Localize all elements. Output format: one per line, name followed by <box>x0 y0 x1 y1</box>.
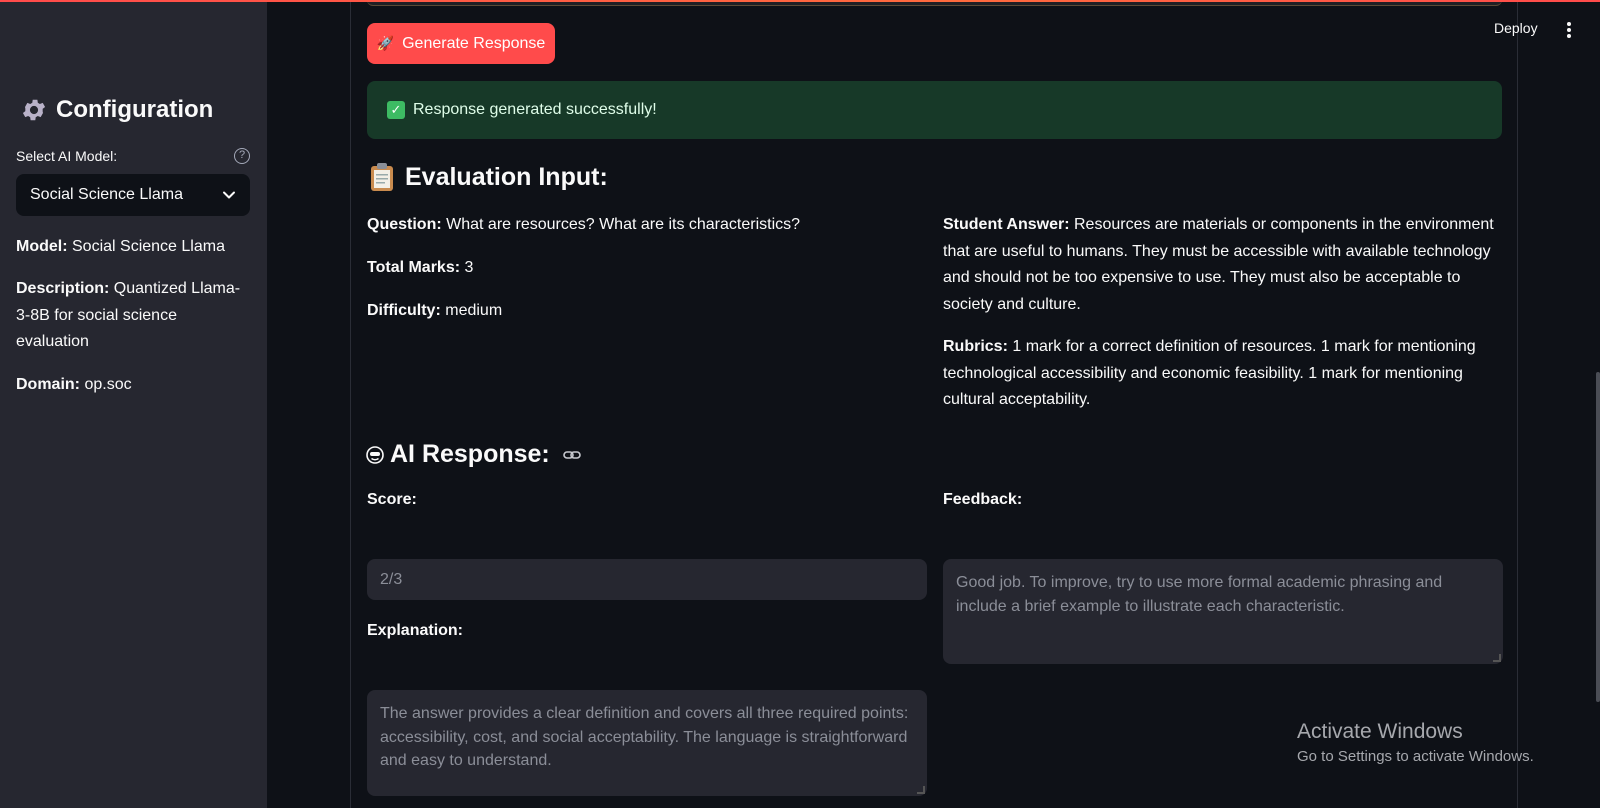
resize-handle[interactable] <box>1493 654 1501 662</box>
content-divider-right <box>1517 0 1518 808</box>
activate-windows-title: Activate Windows <box>1297 720 1463 743</box>
main-menu-icon[interactable] <box>1562 20 1576 40</box>
deploy-button[interactable]: Deploy <box>1494 20 1538 36</box>
check-icon: ✓ <box>387 101 405 119</box>
score-value: 2/3 <box>380 571 403 588</box>
help-icon[interactable]: ? <box>234 148 250 164</box>
gear-icon <box>22 99 46 121</box>
evaluation-heading-text: Evaluation Input: <box>405 162 608 191</box>
score-input[interactable]: 2/3 <box>367 559 927 600</box>
sidebar: Configuration Select AI Model: ? Social … <box>0 0 267 808</box>
total-marks-field: Total Marks: 3 <box>367 255 927 282</box>
difficulty-value: medium <box>445 302 503 319</box>
vertical-scrollbar[interactable] <box>1596 372 1600 702</box>
ai-response-heading: AI Response: <box>366 440 582 469</box>
ai-response-heading-text: AI Response: <box>390 440 550 468</box>
chevron-down-icon <box>223 191 235 199</box>
rubrics-label: Rubrics: <box>943 338 1008 355</box>
explanation-textarea[interactable]: The answer provides a clear definition a… <box>367 690 927 796</box>
success-alert: ✓ Response generated successfully! <box>367 81 1502 139</box>
model-select-label: Select AI Model: <box>16 148 118 164</box>
evaluation-heading: Evaluation Input: <box>369 162 608 192</box>
model-select-label-row: Select AI Model: ? <box>16 148 250 164</box>
score-label: Score: <box>367 491 417 508</box>
difficulty-label: Difficulty: <box>367 302 441 319</box>
robot-face-icon <box>366 445 384 464</box>
success-message: Response generated successfully! <box>413 101 657 118</box>
top-accent-line <box>0 0 1600 2</box>
content-divider-left <box>350 0 351 808</box>
student-answer-field: Student Answer: Resources are materials … <box>943 212 1503 318</box>
description-info: Description: Quantized Llama-3-8B for so… <box>16 276 246 356</box>
feedback-textarea[interactable]: Good job. To improve, try to use more fo… <box>943 559 1503 664</box>
difficulty-field: Difficulty: medium <box>367 298 927 325</box>
total-marks-value: 3 <box>464 259 474 276</box>
explanation-value: The answer provides a clear definition a… <box>380 705 909 769</box>
link-icon[interactable] <box>562 445 582 465</box>
domain-info: Domain: op.soc <box>16 372 246 399</box>
model-info-value: Social Science Llama <box>72 238 225 255</box>
question-value: What are resources? What are its charact… <box>446 216 801 233</box>
question-field: Question: What are resources? What are i… <box>367 212 927 239</box>
model-info-label: Model: <box>16 238 68 255</box>
rubrics-value: 1 mark for a correct definition of resou… <box>943 338 1476 408</box>
domain-info-label: Domain: <box>16 376 80 393</box>
question-label: Question: <box>367 216 442 233</box>
model-select[interactable]: Social Science Llama <box>16 174 250 216</box>
model-select-value: Social Science Llama <box>30 186 183 203</box>
domain-info-value: op.soc <box>84 376 132 393</box>
rubrics-field: Rubrics: 1 mark for a correct definition… <box>943 334 1503 414</box>
rocket-icon: 🚀 <box>376 35 395 51</box>
sidebar-title: Configuration <box>20 96 213 124</box>
resize-handle[interactable] <box>917 786 925 794</box>
generate-response-label: Generate Response <box>402 34 546 52</box>
generate-response-button[interactable]: 🚀 Generate Response <box>367 23 555 64</box>
feedback-label: Feedback: <box>943 491 1023 508</box>
activate-windows-subtitle: Go to Settings to activate Windows. <box>1297 748 1534 765</box>
model-info: Model: Social Science Llama <box>16 234 246 261</box>
activate-windows-watermark: Activate Windows Go to Settings to activ… <box>1297 720 1534 765</box>
total-marks-label: Total Marks: <box>367 259 461 276</box>
clipboard-icon <box>371 163 393 191</box>
description-info-label: Description: <box>16 280 110 297</box>
student-answer-label: Student Answer: <box>943 216 1070 233</box>
sidebar-title-text: Configuration <box>56 96 214 123</box>
explanation-label: Explanation: <box>367 622 464 639</box>
feedback-value: Good job. To improve, try to use more fo… <box>956 574 1443 615</box>
